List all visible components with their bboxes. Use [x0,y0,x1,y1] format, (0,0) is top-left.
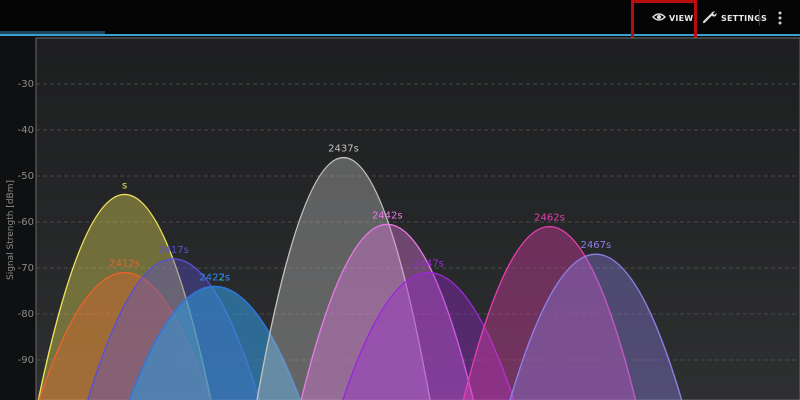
series-label-2427s: 2427s [199,272,230,283]
y-tick-label: -30 [18,79,34,90]
series-label-s: s [122,180,127,191]
y-axis-label: Signal Strength [dBm] [6,180,16,280]
y-tick-label: -90 [18,355,34,366]
y-tick-label: -80 [18,309,34,320]
y-tick-label: -50 [18,171,34,182]
series-label-2412s: 2412s [109,259,140,270]
y-tick-label: -40 [18,125,34,136]
series-label-2447s: 2447s [413,259,444,270]
y-tick-label: -70 [18,263,34,274]
series-label-2417s: 2417s [158,245,189,256]
series-label-2462s: 2462s [534,213,565,224]
series-label-2437s: 2437s [328,144,359,155]
series-label-2442s: 2442s [372,210,403,221]
y-tick-label: -60 [18,217,34,228]
series-label-2467s: 2467s [581,240,612,251]
signal-chart: -30-40-50-60-70-80-90 s2412s2417s2422s24… [18,37,800,400]
